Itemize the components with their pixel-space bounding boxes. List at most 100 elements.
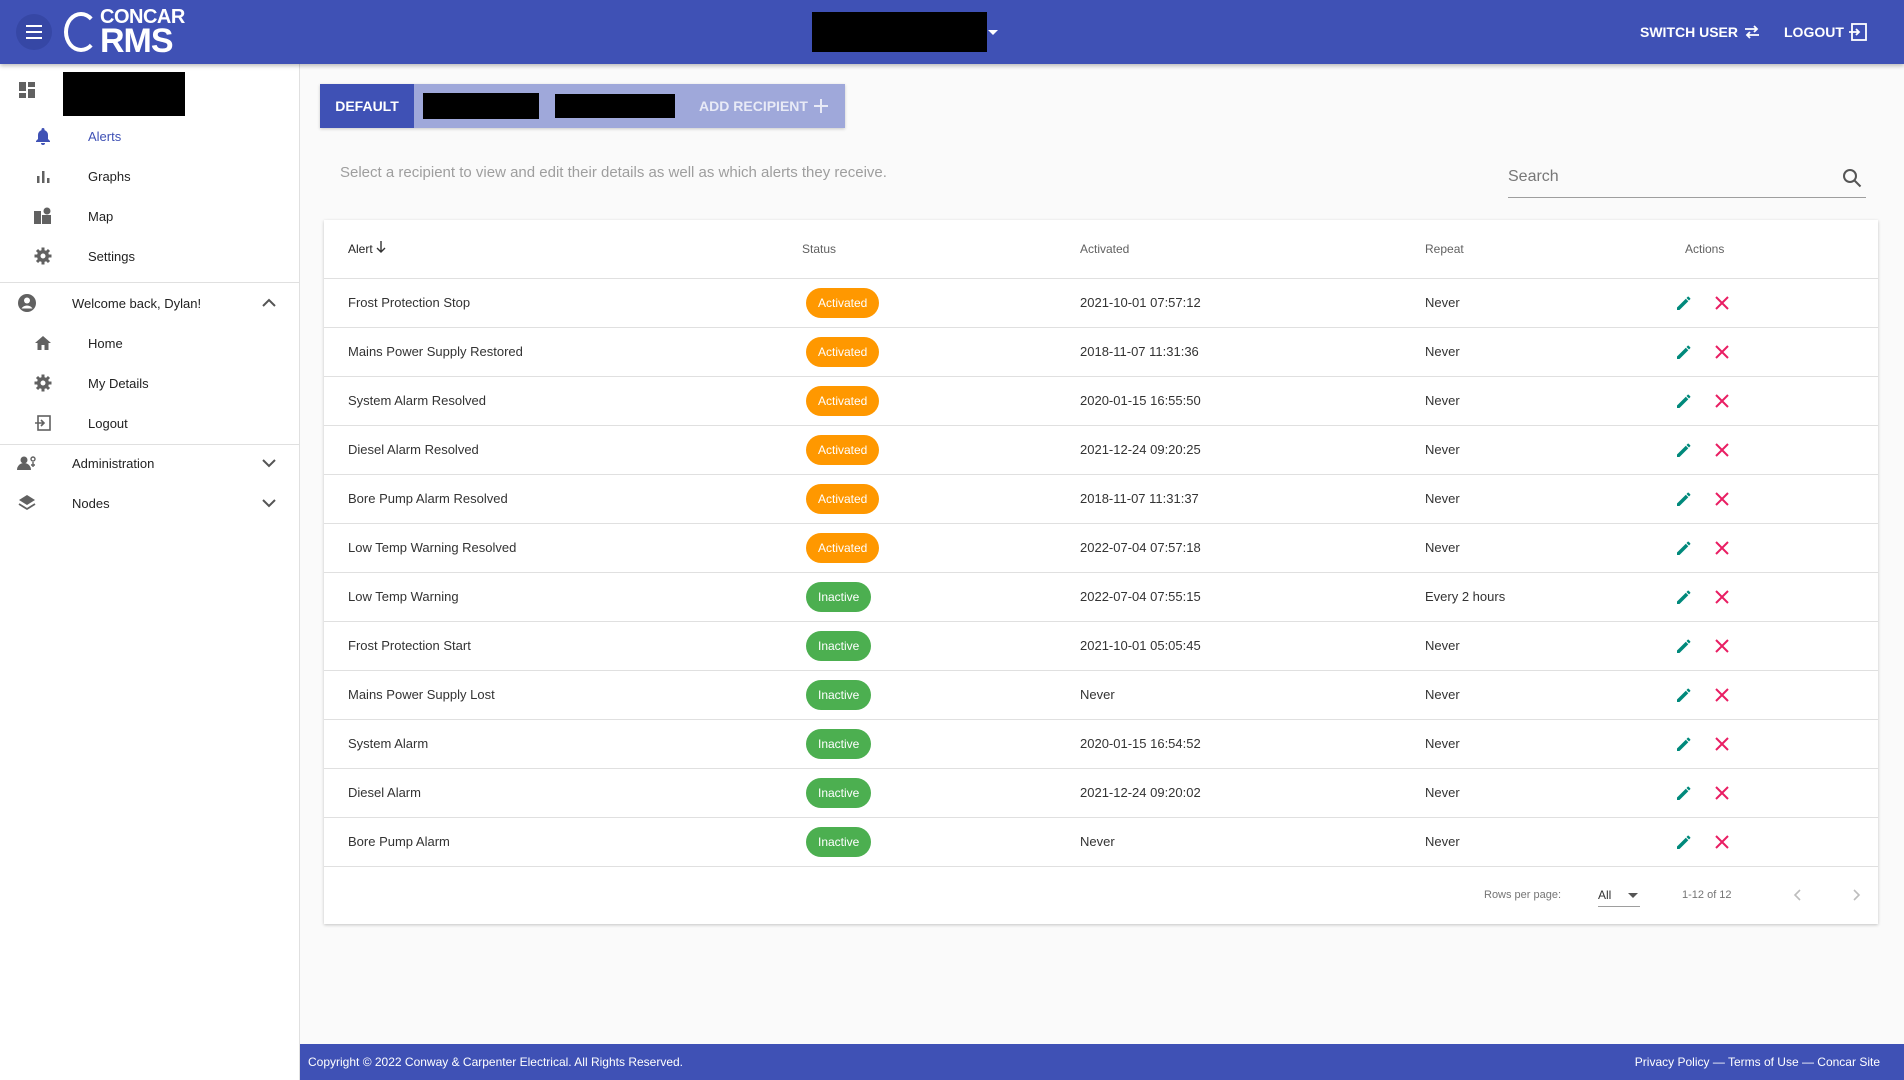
edit-pencil-icon[interactable]: [1673, 341, 1695, 363]
sidebar-item-alerts[interactable]: Alerts: [0, 116, 299, 156]
status-badge: Inactive: [806, 581, 872, 612]
layers-icon: [16, 492, 38, 514]
logo-ring: [64, 12, 98, 52]
switch-user-label: SWITCH USER: [1640, 24, 1738, 40]
switch-user-button[interactable]: SWITCH USER: [1640, 0, 1762, 64]
sidebar-item-settings[interactable]: Settings: [0, 236, 299, 276]
status-badge: Activated: [806, 287, 880, 318]
logout-label: LOGOUT: [1784, 24, 1844, 40]
site-selector-caret-icon[interactable]: [988, 30, 998, 35]
welcome-label: Welcome back, Dylan!: [72, 295, 202, 311]
table-row[interactable]: System Alarm Inactive 2020-01-15 16:54:52 N…: [324, 719, 1878, 769]
edit-pencil-icon[interactable]: [1673, 488, 1695, 510]
edit-pencil-icon[interactable]: [1673, 684, 1695, 706]
sidebar-item-label: Alerts: [88, 128, 122, 144]
delete-close-icon[interactable]: [1711, 341, 1733, 363]
repeat-cell: Never: [1425, 523, 1653, 573]
next-page-icon[interactable]: [1846, 885, 1866, 905]
edit-pencil-icon[interactable]: [1673, 733, 1695, 755]
sidebar-item-map[interactable]: Map: [0, 196, 299, 236]
search-icon[interactable]: [1842, 168, 1862, 188]
chevron-up-icon[interactable]: [262, 298, 276, 308]
delete-close-icon[interactable]: [1711, 586, 1733, 608]
sidebar-item-logout[interactable]: Logout: [0, 403, 299, 443]
status-cell: Inactive: [802, 719, 1080, 769]
table-row[interactable]: Low Temp Warning Resolved Activated 2022-0…: [324, 523, 1878, 573]
status-cell: Activated: [802, 523, 1080, 573]
status-cell: Inactive: [802, 768, 1080, 818]
actions-cell: [1653, 572, 1878, 622]
sidebar-item-dashboard[interactable]: [0, 70, 299, 116]
delete-close-icon[interactable]: [1711, 439, 1733, 461]
column-header-label: Alert: [348, 242, 373, 257]
actions-cell: [1653, 474, 1878, 524]
tab-recipient-redacted[interactable]: [414, 84, 548, 128]
sidebar-group-account[interactable]: Welcome back, Dylan!: [0, 283, 299, 323]
table-row[interactable]: Diesel Alarm Inactive 2021-12-24 09:20:02 N…: [324, 768, 1878, 818]
rows-per-page-select[interactable]: All: [1598, 881, 1640, 907]
delete-close-icon[interactable]: [1711, 488, 1733, 510]
sidebar-item-graphs[interactable]: Graphs: [0, 156, 299, 196]
concar-rms-logo[interactable]: CONCAR RMS: [64, 4, 185, 60]
actions-cell: [1653, 768, 1878, 818]
sort-arrow-down-icon: [376, 241, 386, 254]
recipient-tabs: DEFAULT ADD RECIPIENT: [320, 84, 845, 128]
dropdown-caret-icon: [1628, 893, 1638, 898]
table-row[interactable]: Frost Protection Start Inactive 2021-10-01…: [324, 621, 1878, 671]
edit-pencil-icon[interactable]: [1673, 292, 1695, 314]
edit-pencil-icon[interactable]: [1673, 782, 1695, 804]
table-row[interactable]: Mains Power Supply Restored Activated 2018…: [324, 327, 1878, 377]
chevron-down-icon[interactable]: [262, 498, 276, 508]
column-header-alert[interactable]: Alert: [324, 220, 802, 279]
delete-close-icon[interactable]: [1711, 537, 1733, 559]
status-badge: Inactive: [806, 679, 872, 710]
previous-page-icon[interactable]: [1788, 885, 1808, 905]
sidebar-item-label: Map: [88, 208, 114, 224]
status-badge: Inactive: [806, 630, 872, 661]
tab-default[interactable]: DEFAULT: [320, 84, 414, 128]
search-field[interactable]: [1508, 160, 1866, 198]
edit-pencil-icon[interactable]: [1673, 537, 1695, 559]
sidebar-group-administration[interactable]: Administration: [0, 443, 299, 483]
sidebar: Alerts Graphs Map Settings Welcome back,…: [0, 64, 300, 1080]
terms-of-use-link[interactable]: Terms of Use: [1728, 1055, 1799, 1069]
column-header-status: Status: [802, 220, 1080, 279]
sidebar-group-nodes[interactable]: Nodes: [0, 483, 299, 523]
status-cell: Activated: [802, 327, 1080, 377]
logout-icon: [32, 412, 54, 434]
logout-button[interactable]: LOGOUT: [1784, 0, 1868, 64]
menu-icon[interactable]: [16, 14, 52, 50]
chevron-down-icon[interactable]: [262, 458, 276, 468]
alert-name-cell: System Alarm Resolved: [324, 376, 802, 426]
table-row[interactable]: Bore Pump Alarm Inactive Never Never: [324, 817, 1878, 867]
delete-close-icon[interactable]: [1711, 390, 1733, 412]
edit-pencil-icon[interactable]: [1673, 439, 1695, 461]
add-recipient-button[interactable]: ADD RECIPIENT: [682, 84, 845, 128]
table-row[interactable]: Mains Power Supply Lost Inactive Never Neve…: [324, 670, 1878, 720]
edit-pencil-icon[interactable]: [1673, 831, 1695, 853]
site-selector-redacted[interactable]: [812, 12, 987, 52]
delete-close-icon[interactable]: [1711, 733, 1733, 755]
delete-close-icon[interactable]: [1711, 292, 1733, 314]
sidebar-item-my-details[interactable]: My Details: [0, 363, 299, 403]
delete-close-icon[interactable]: [1711, 635, 1733, 657]
tab-recipient-redacted[interactable]: [548, 84, 682, 128]
actions-cell: [1653, 621, 1878, 671]
search-input[interactable]: [1508, 160, 1828, 190]
edit-pencil-icon[interactable]: [1673, 390, 1695, 412]
privacy-policy-link[interactable]: Privacy Policy: [1635, 1055, 1710, 1069]
table-row[interactable]: Diesel Alarm Resolved Activated 2021-12-24…: [324, 425, 1878, 475]
table-row[interactable]: Bore Pump Alarm Resolved Activated 2018-11…: [324, 474, 1878, 524]
table-row[interactable]: System Alarm Resolved Activated 2020-01-15…: [324, 376, 1878, 426]
delete-close-icon[interactable]: [1711, 831, 1733, 853]
edit-pencil-icon[interactable]: [1673, 635, 1695, 657]
alert-name-cell: Diesel Alarm Resolved: [324, 425, 802, 475]
table-row[interactable]: Low Temp Warning Inactive 2022-07-04 07:55…: [324, 572, 1878, 622]
table-row[interactable]: Frost Protection Stop Activated 2021-10-01…: [324, 278, 1878, 328]
edit-pencil-icon[interactable]: [1673, 586, 1695, 608]
repeat-cell: Never: [1425, 474, 1653, 524]
concar-site-link[interactable]: Concar Site: [1817, 1055, 1880, 1069]
sidebar-item-home[interactable]: Home: [0, 323, 299, 363]
delete-close-icon[interactable]: [1711, 782, 1733, 804]
delete-close-icon[interactable]: [1711, 684, 1733, 706]
